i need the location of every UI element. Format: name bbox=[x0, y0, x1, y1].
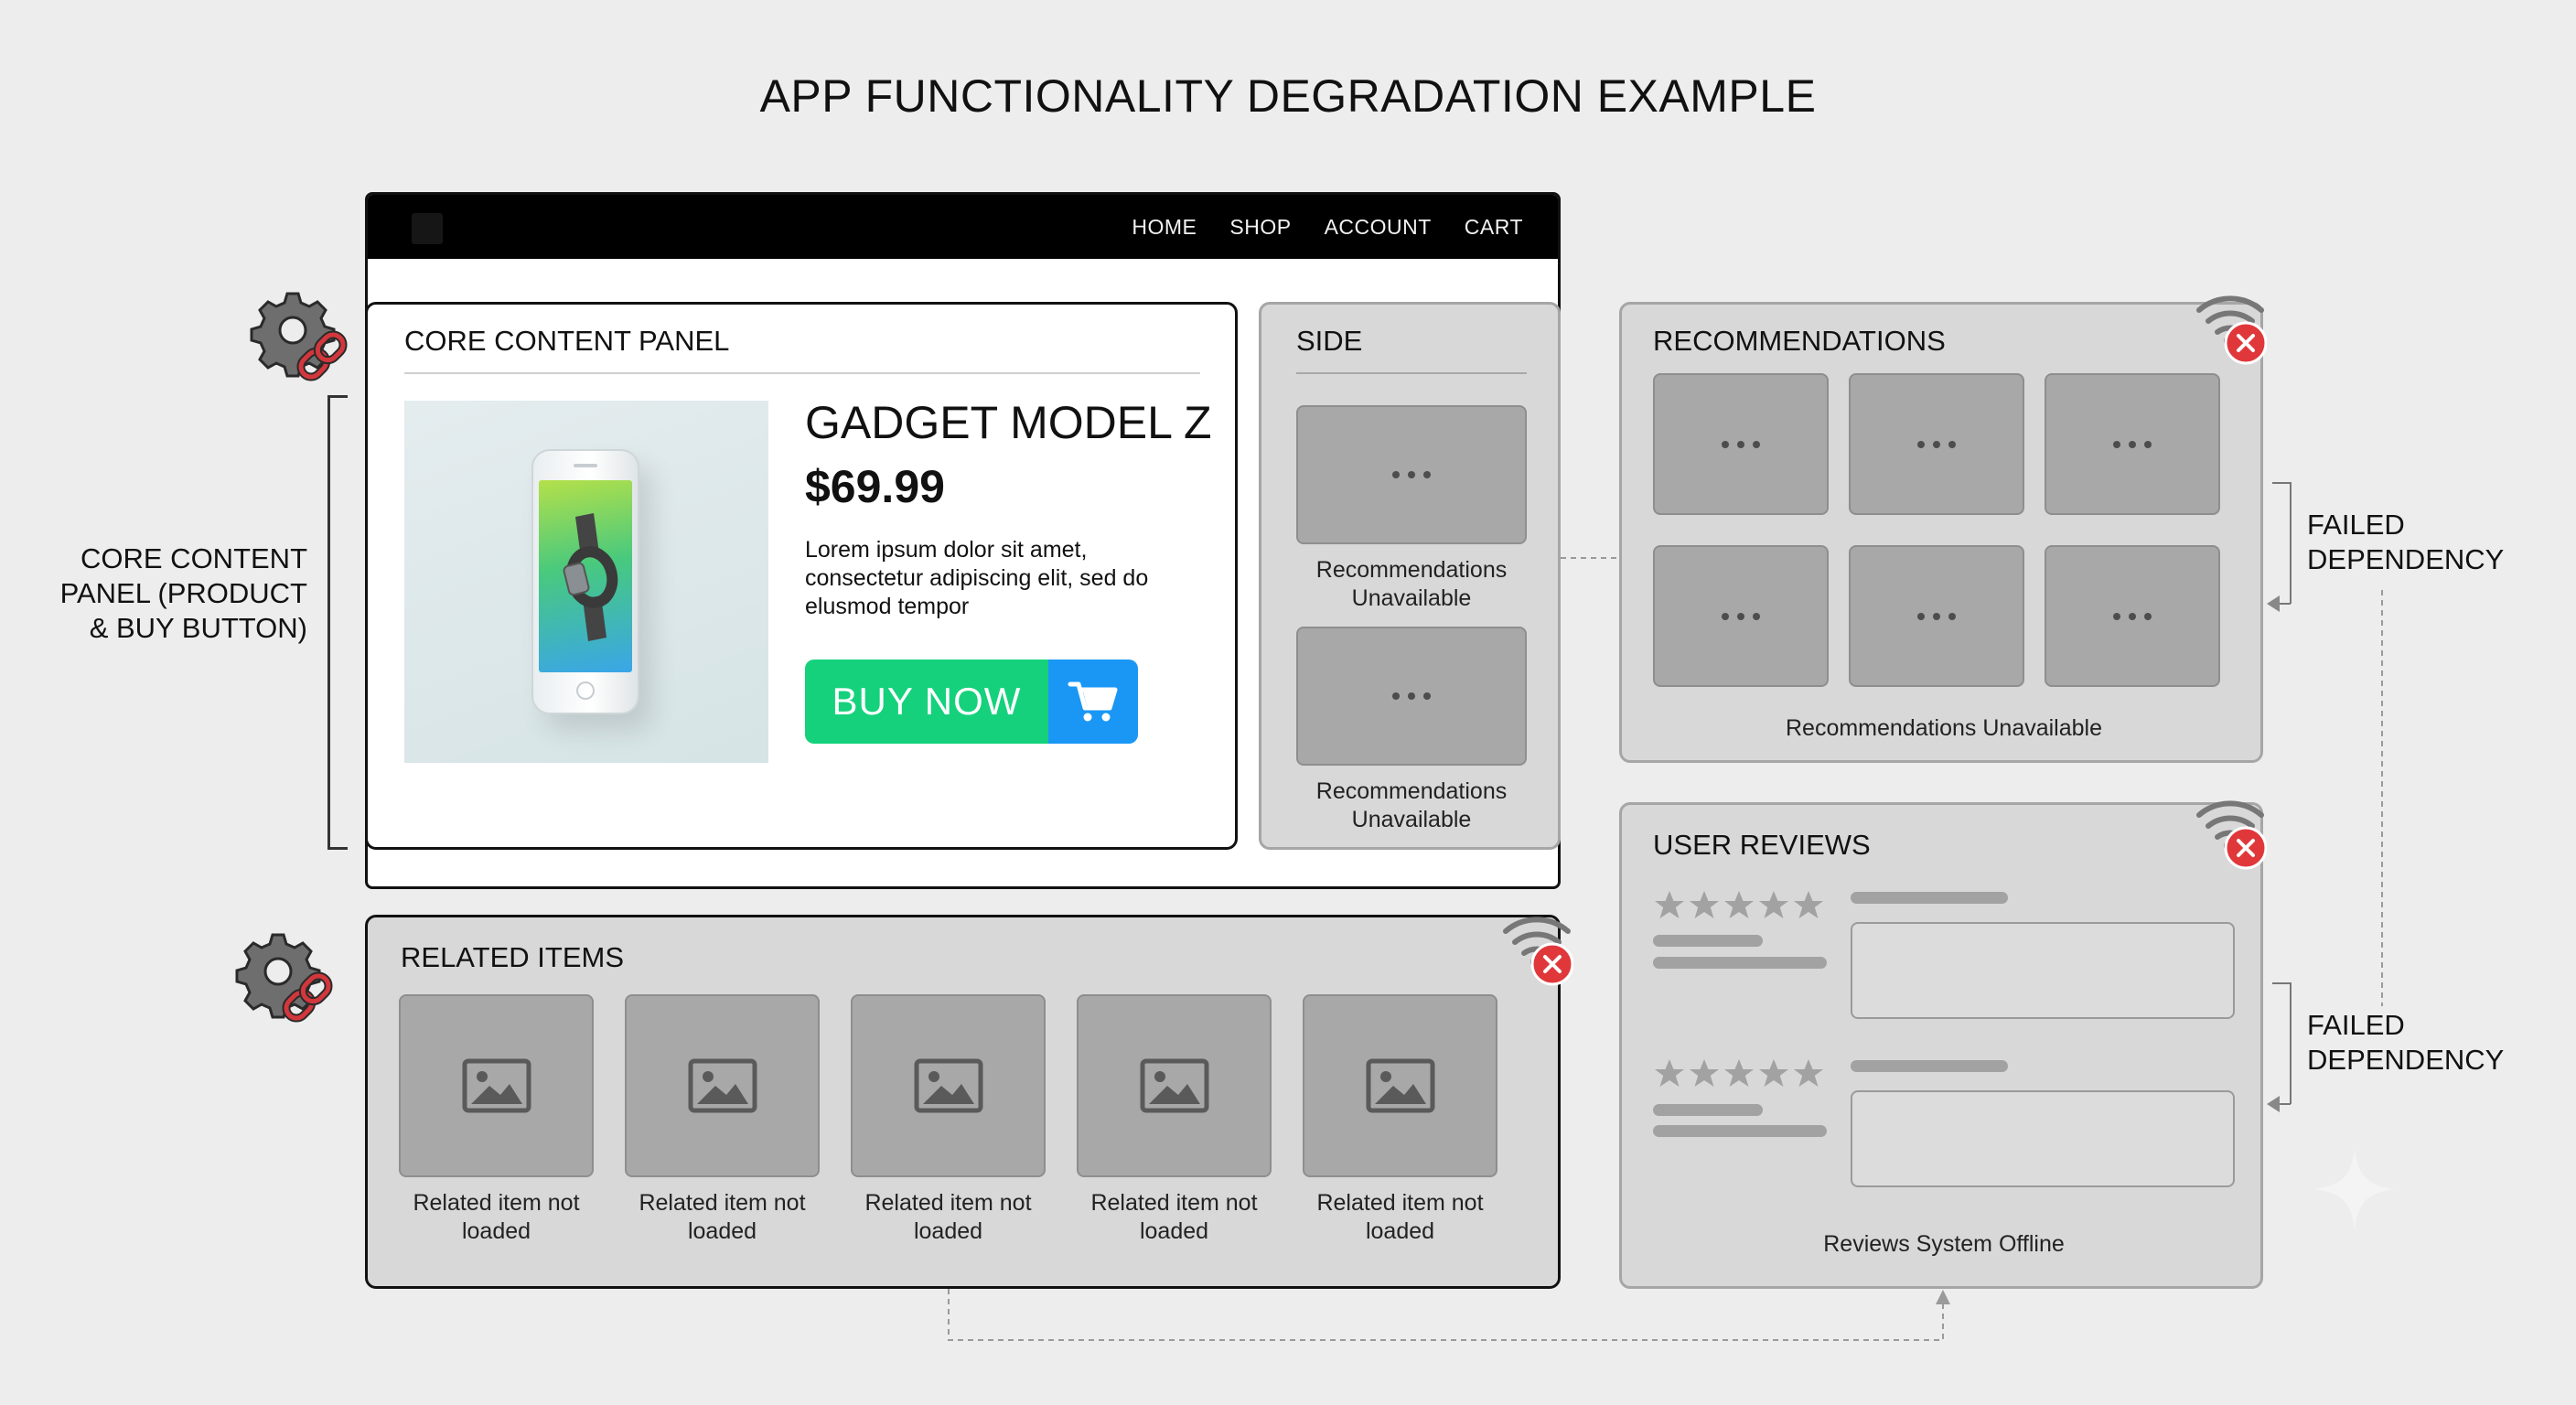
dependency-connectors bbox=[948, 557, 2383, 1341]
sparkle-icon bbox=[2314, 1149, 2395, 1229]
